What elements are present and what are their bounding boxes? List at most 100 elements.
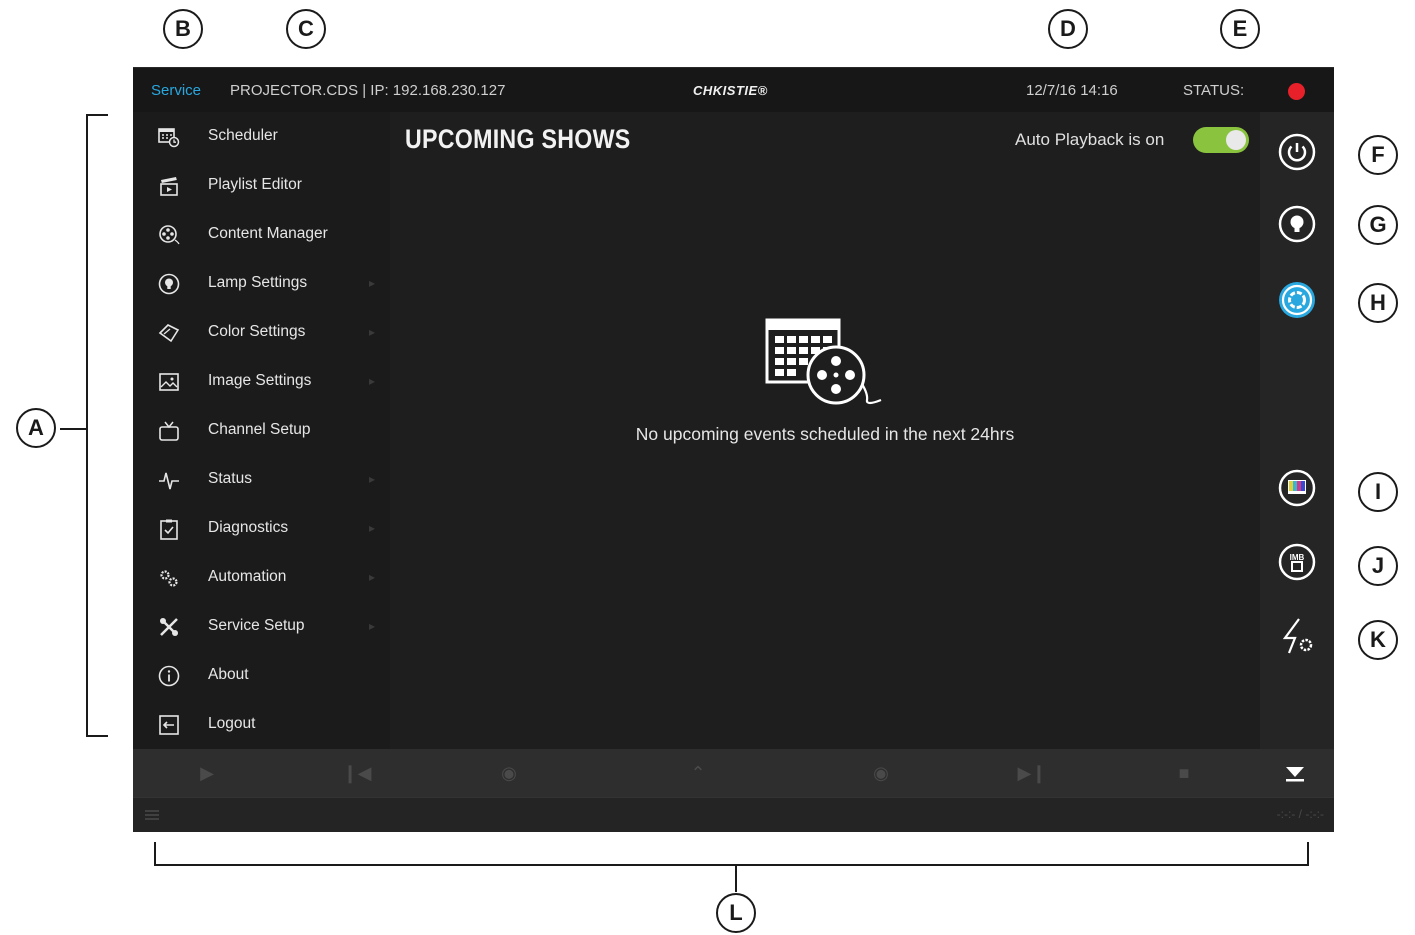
sidebar-item-content-manager[interactable]: Content Manager xyxy=(133,210,390,258)
callout-i: I xyxy=(1358,472,1398,512)
test-pattern-button[interactable] xyxy=(1277,468,1317,508)
gears-icon xyxy=(157,566,181,590)
callout-a: A xyxy=(16,408,56,448)
schedule-empty-icon xyxy=(765,318,882,405)
lamp-button[interactable] xyxy=(1277,204,1317,244)
sidebar-item-about[interactable]: About xyxy=(133,651,390,699)
collapse-down-icon[interactable] xyxy=(1283,761,1307,785)
skip-forward-button[interactable]: ▶❙ xyxy=(1018,761,1047,785)
toggle-knob xyxy=(1226,130,1246,150)
callout-b: B xyxy=(163,9,203,49)
color-eraser-icon xyxy=(157,321,181,345)
imb-button[interactable]: IMB xyxy=(1277,542,1317,582)
test-pattern-icon xyxy=(1278,469,1316,507)
douser-button[interactable] xyxy=(1277,280,1317,320)
empty-message: No upcoming events scheduled in the next… xyxy=(635,424,1015,444)
douser-icon xyxy=(1279,282,1315,318)
sidebar-menu: Scheduler Playlist Editor Content Manage… xyxy=(133,112,390,749)
chevron-right-icon: ▸ xyxy=(369,472,376,486)
svg-text:IMB: IMB xyxy=(1290,553,1305,562)
chevron-right-icon: ▸ xyxy=(369,619,376,633)
callout-f: F xyxy=(1358,135,1398,175)
eject-button[interactable]: ⌃ xyxy=(686,761,710,785)
sidebar-item-label: Playlist Editor xyxy=(208,176,302,193)
sidebar-item-label: Channel Setup xyxy=(208,421,311,438)
sidebar-item-playlist-editor[interactable]: Playlist Editor xyxy=(133,161,390,209)
callout-c: C xyxy=(286,9,326,49)
transport-bar: ▶ ❙◀ ◉ ⌃ ◉ ▶❙ ■ xyxy=(133,749,1334,797)
playback-time: -:-:- / -:-:- xyxy=(1276,807,1324,821)
calendar-clock-icon xyxy=(157,125,181,149)
callout-g: G xyxy=(1358,205,1398,245)
top-bar: Service PROJECTOR.CDS | IP: 192.168.230.… xyxy=(133,67,1334,113)
bracket-a-tick xyxy=(60,428,87,430)
menu-icon[interactable] xyxy=(145,810,159,820)
image-icon xyxy=(157,370,181,394)
info-icon xyxy=(157,664,181,688)
sidebar-item-automation[interactable]: Automation ▸ xyxy=(133,553,390,601)
chevron-right-icon: ▸ xyxy=(369,374,376,388)
callout-h: H xyxy=(1358,283,1398,323)
callout-l: L xyxy=(716,893,756,933)
bracket-l xyxy=(154,842,1309,866)
sidebar-item-label: Scheduler xyxy=(208,127,278,144)
sidebar-item-label: Image Settings xyxy=(208,372,312,389)
sidebar-item-channel-setup[interactable]: Channel Setup xyxy=(133,406,390,454)
play-button[interactable]: ▶ xyxy=(195,761,219,785)
lamp-icon xyxy=(1278,205,1316,243)
auto-playback-label: Auto Playback is on xyxy=(1015,130,1165,149)
mode-label[interactable]: Service xyxy=(151,82,201,99)
sidebar-item-color-settings[interactable]: Color Settings ▸ xyxy=(133,308,390,356)
sidebar-item-diagnostics[interactable]: Diagnostics ▸ xyxy=(133,504,390,552)
tools-icon xyxy=(157,615,181,639)
auto-playback-toggle[interactable] xyxy=(1193,127,1249,153)
clipboard-check-icon xyxy=(157,517,181,541)
sidebar-item-service-setup[interactable]: Service Setup ▸ xyxy=(133,602,390,650)
status-label: STATUS: xyxy=(1183,82,1245,99)
date-time: 12/7/16 14:16 xyxy=(1026,82,1118,99)
forward-button[interactable]: ◉ xyxy=(869,761,893,785)
sidebar-item-image-settings[interactable]: Image Settings ▸ xyxy=(133,357,390,405)
bracket-a xyxy=(86,114,108,737)
chevron-right-icon: ▸ xyxy=(369,276,376,290)
sidebar-item-label: Status xyxy=(208,470,252,487)
sidebar-item-label: Content Manager xyxy=(208,225,328,242)
power-icon xyxy=(1278,133,1316,171)
chevron-right-icon: ▸ xyxy=(369,570,376,584)
callout-d: D xyxy=(1048,9,1088,49)
sidebar-item-logout[interactable]: Logout xyxy=(133,700,390,748)
sidebar-item-label: About xyxy=(208,666,249,683)
callout-e: E xyxy=(1220,9,1260,49)
chevron-right-icon: ▸ xyxy=(369,521,376,535)
bracket-l-tick xyxy=(735,865,737,892)
skip-back-button[interactable]: ❙◀ xyxy=(343,761,372,785)
film-reel-icon xyxy=(157,223,181,247)
stop-button[interactable]: ■ xyxy=(1172,761,1196,785)
status-indicator[interactable] xyxy=(1288,83,1305,100)
heartbeat-icon xyxy=(157,468,181,492)
lightbulb-icon xyxy=(157,272,181,296)
callout-j: J xyxy=(1358,546,1398,586)
sidebar-item-label: Diagnostics xyxy=(208,519,289,536)
sidebar-item-label: Lamp Settings xyxy=(208,274,308,291)
power-button[interactable] xyxy=(1277,132,1317,172)
sidebar-item-label: Service Setup xyxy=(208,617,305,634)
clapperboard-icon xyxy=(157,174,181,198)
sidebar-item-status[interactable]: Status ▸ xyxy=(133,455,390,503)
sidebar-item-lamp-settings[interactable]: Lamp Settings ▸ xyxy=(133,259,390,307)
callout-k: K xyxy=(1358,620,1398,660)
chevron-right-icon: ▸ xyxy=(369,325,376,339)
sidebar-item-scheduler[interactable]: Scheduler xyxy=(133,112,390,160)
right-toolbar: IMB xyxy=(1260,112,1334,749)
power-settings-button[interactable] xyxy=(1277,616,1317,656)
power-settings-icon xyxy=(1282,618,1313,654)
imb-icon: IMB xyxy=(1278,543,1316,581)
sidebar-item-label: Logout xyxy=(208,715,256,732)
page-title: UPCOMING SHOWS xyxy=(405,124,631,154)
sidebar-item-label: Color Settings xyxy=(208,323,306,340)
main-panel: UPCOMING SHOWS Auto Playback is on No up… xyxy=(390,112,1260,749)
status-bar: -:-:- / -:-:- xyxy=(133,797,1334,832)
rewind-button[interactable]: ◉ xyxy=(497,761,521,785)
christie-logo: CHKISTIE® xyxy=(693,83,768,98)
logout-icon xyxy=(157,713,181,737)
